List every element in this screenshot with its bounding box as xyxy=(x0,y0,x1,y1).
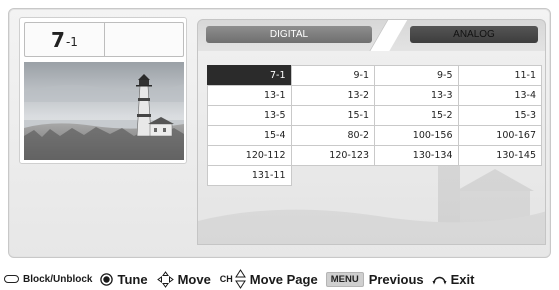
channel-cell-selected[interactable]: 7-1 xyxy=(207,65,292,86)
channel-cell[interactable]: 15-1 xyxy=(290,105,375,126)
key-legend: Block/Unblock Tune Move CH Move Page MEN… xyxy=(0,268,559,290)
ch-key-label: CH xyxy=(219,274,233,284)
channel-cell[interactable]: 9-5 xyxy=(374,65,459,86)
channel-cell[interactable]: 13-2 xyxy=(290,85,375,106)
channel-cell[interactable]: 13-5 xyxy=(207,105,292,126)
legend-move-page[interactable]: CH Move Page xyxy=(220,269,318,289)
channel-cell[interactable]: 120-123 xyxy=(290,145,375,166)
tab-analog[interactable]: ANALOG xyxy=(410,26,538,43)
legend-exit[interactable]: Exit xyxy=(432,271,475,287)
channel-grid-area: 7-1 9-1 9-5 11-1 13-1 13-2 13-3 13-4 13-5 15-1 15-… xyxy=(197,51,546,245)
legend-previous[interactable]: MENU Previous xyxy=(325,271,424,287)
legend-block-unblock[interactable]: Block/Unblock xyxy=(4,274,92,285)
tab-digital[interactable]: DIGITAL xyxy=(206,26,372,43)
channel-cell[interactable]: 120-112 xyxy=(207,145,292,166)
legend-previous-label: Previous xyxy=(368,271,424,287)
channel-cell[interactable]: 13-4 xyxy=(457,85,542,106)
legend-tune-label: Tune xyxy=(117,271,148,287)
channel-cell[interactable]: 9-1 xyxy=(290,65,375,86)
channel-list-panel: DIGITAL ANALOG 7-1 9-1 9-5 11-1 13-1 13-2 13-3… xyxy=(197,19,546,245)
channel-cell[interactable]: 13-3 xyxy=(374,85,459,106)
legend-tune[interactable]: Tune xyxy=(100,271,148,287)
ch-up-down-icon xyxy=(234,269,246,289)
channel-cell[interactable]: 15-3 xyxy=(457,105,542,126)
ok-button-icon xyxy=(100,272,114,286)
tab-divider xyxy=(368,20,408,52)
band-tabs: DIGITAL ANALOG xyxy=(197,19,546,52)
channel-minor-number: -1 xyxy=(65,35,78,49)
channel-info-panel: 7 -1 xyxy=(19,17,187,164)
channel-cell[interactable]: 11-1 xyxy=(457,65,542,86)
channel-list-screen: 7 -1 DIGITAL ANALOG 7-1 9-1 9-5 11-1 13-… xyxy=(8,8,551,258)
legend-exit-label: Exit xyxy=(450,271,475,287)
legend-move[interactable]: Move xyxy=(156,270,211,288)
legend-move-label: Move xyxy=(177,271,211,287)
current-channel-number: 7 -1 xyxy=(25,23,105,56)
channel-cell[interactable]: 131-11 xyxy=(207,165,292,186)
channel-name-cell xyxy=(105,23,183,56)
return-arrow-icon xyxy=(432,276,447,285)
channel-cell[interactable]: 15-2 xyxy=(374,105,459,126)
channel-cell[interactable]: 13-1 xyxy=(207,85,292,106)
menu-key-badge: MENU xyxy=(325,271,364,287)
channel-cell[interactable]: 15-4 xyxy=(207,125,292,146)
channel-cell[interactable]: 100-156 xyxy=(374,125,459,146)
channel-cell[interactable]: 130-134 xyxy=(374,145,459,166)
channel-major-number: 7 xyxy=(51,27,65,52)
channel-cell[interactable]: 80-2 xyxy=(290,125,375,146)
red-button-icon xyxy=(4,275,19,283)
channel-cell[interactable]: 130-145 xyxy=(457,145,542,166)
arrow-keys-icon xyxy=(156,270,174,288)
legend-move-page-label: Move Page xyxy=(249,271,318,287)
channel-grid: 7-1 9-1 9-5 11-1 13-1 13-2 13-3 13-4 13-5 15-1 15-… xyxy=(207,65,542,186)
legend-block-unblock-label: Block/Unblock xyxy=(23,273,93,285)
current-channel-banner: 7 -1 xyxy=(24,22,184,57)
channel-cell[interactable]: 100-167 xyxy=(457,125,542,146)
channel-preview-image xyxy=(24,62,184,160)
